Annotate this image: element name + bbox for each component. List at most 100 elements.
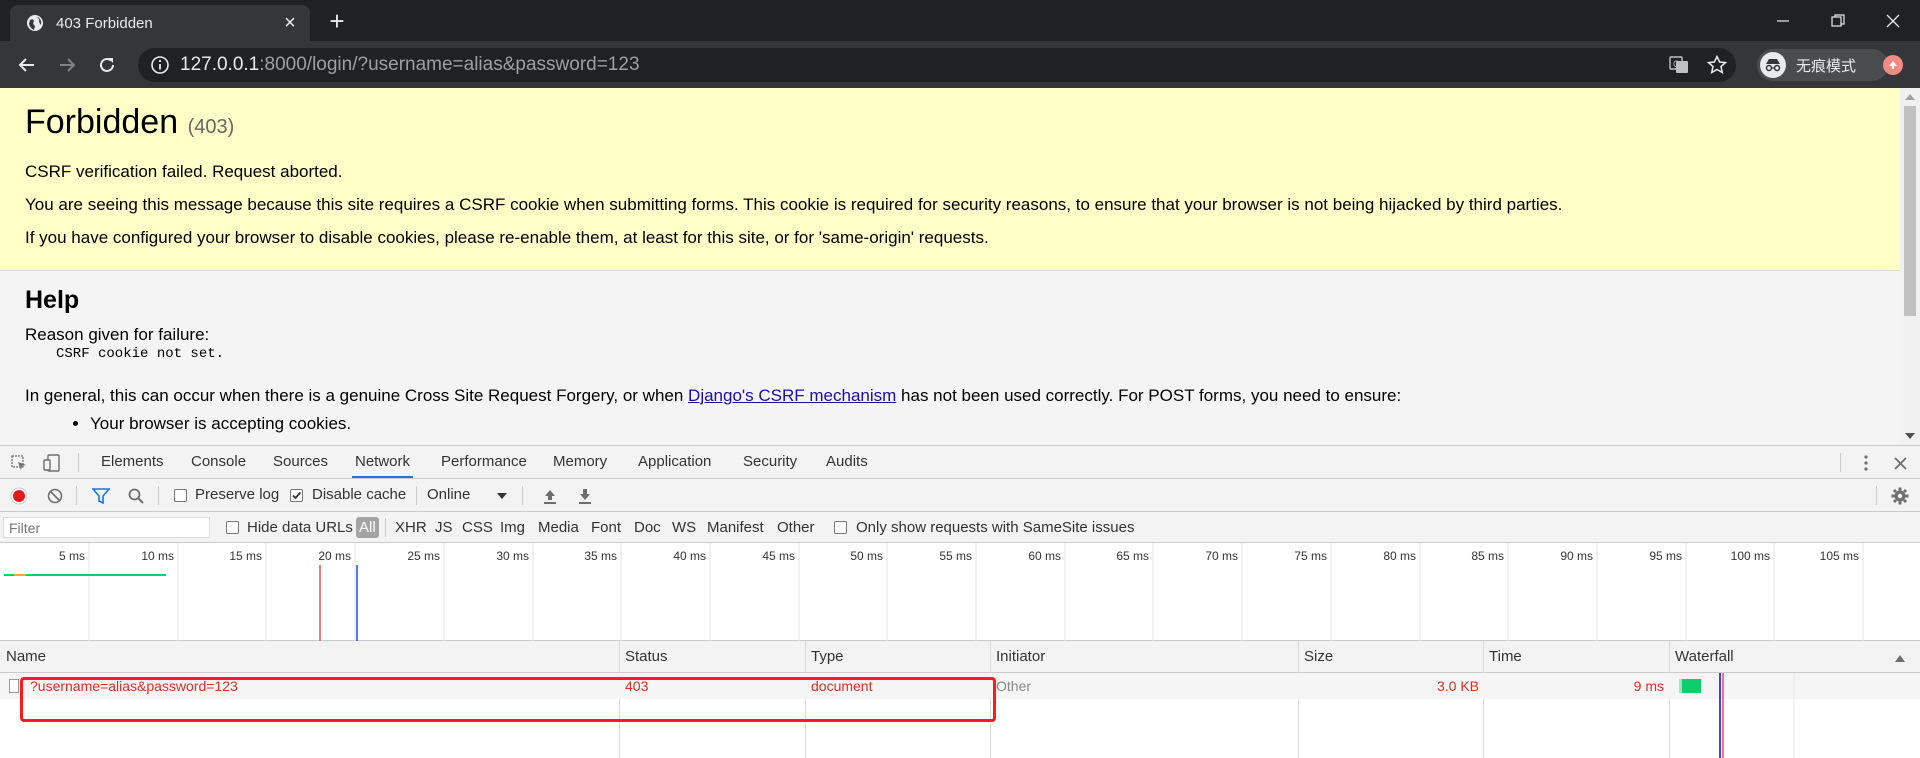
separator: [522, 486, 523, 505]
back-button[interactable]: [12, 50, 42, 80]
record-icon: [10, 487, 28, 505]
tab-memory[interactable]: Memory: [551, 446, 609, 478]
filter-media[interactable]: Media: [535, 517, 582, 538]
filter-doc[interactable]: Doc: [631, 517, 664, 538]
filter-font[interactable]: Font: [588, 517, 624, 538]
page-scrollbar[interactable]: [1900, 88, 1920, 445]
timeline-tick-label: 95 ms: [1649, 549, 1682, 563]
filter-all[interactable]: All: [356, 517, 379, 538]
filter-css[interactable]: CSS: [459, 517, 496, 538]
separator: [385, 518, 386, 537]
export-har-button[interactable]: [576, 487, 594, 505]
network-overview-timeline[interactable]: 5 ms 10 ms 15 ms 20 ms 25 ms 30 ms 35 ms 40 ms 4…: [0, 543, 1920, 641]
filter-other[interactable]: Other: [774, 517, 818, 538]
scroll-up-icon[interactable]: [1905, 94, 1915, 100]
close-devtools-button[interactable]: [1890, 453, 1910, 473]
samesite-checkbox[interactable]: [834, 521, 847, 534]
tab-security[interactable]: Security: [741, 446, 799, 478]
list-item: Your browser is accepting cookies.: [90, 413, 1875, 435]
hide-data-urls-label: Hide data URLs: [247, 519, 353, 536]
minimize-button[interactable]: [1755, 0, 1810, 41]
column-time[interactable]: Time: [1489, 641, 1522, 673]
forward-button[interactable]: [52, 50, 82, 80]
address-bar[interactable]: 127.0.0.1:8000/login/?username=alias&pas…: [138, 48, 1736, 82]
restore-icon: [1830, 13, 1845, 27]
column-status[interactable]: Status: [625, 641, 668, 673]
search-button[interactable]: [127, 487, 145, 505]
hide-data-urls-checkbox[interactable]: [226, 521, 239, 534]
close-window-button[interactable]: [1865, 0, 1920, 41]
close-tab-icon[interactable]: ×: [276, 12, 304, 35]
reload-button[interactable]: [92, 50, 122, 80]
device-toolbar-button[interactable]: [43, 453, 61, 473]
sort-up-icon[interactable]: [1894, 653, 1906, 663]
separator: [1876, 486, 1877, 505]
star-icon: [1707, 55, 1727, 74]
error-message: CSRF verification failed. Request aborte…: [25, 162, 343, 181]
filter-manifest[interactable]: Manifest: [704, 517, 767, 538]
record-button[interactable]: [10, 487, 28, 505]
new-tab-button[interactable]: +: [322, 6, 352, 36]
column-initiator[interactable]: Initiator: [996, 641, 1045, 673]
tab-console[interactable]: Console: [189, 446, 248, 478]
scroll-down-icon[interactable]: [1905, 433, 1915, 439]
timeline-tick-label: 5 ms: [59, 549, 85, 563]
url-path: :8000/login/?username=alias&password=123: [259, 54, 640, 75]
timeline-tick-label: 105 ms: [1820, 549, 1859, 563]
filter-input[interactable]: [3, 517, 210, 538]
column-name[interactable]: Name: [6, 641, 46, 673]
tab-application[interactable]: Application: [636, 446, 713, 478]
minimize-icon: [1776, 19, 1789, 22]
url-host: 127.0.0.1: [180, 54, 260, 75]
translate-button[interactable]: G: [1662, 48, 1696, 82]
funnel-icon: [92, 488, 110, 504]
general-text-after: has not been used correctly. For POST fo…: [896, 386, 1402, 405]
inspect-element-button[interactable]: [10, 454, 28, 472]
import-har-button[interactable]: [541, 487, 559, 505]
preserve-log-checkbox[interactable]: [174, 489, 187, 502]
device-icon: [43, 454, 60, 472]
bookmark-button[interactable]: [1700, 48, 1734, 82]
network-settings-button[interactable]: [1890, 486, 1910, 506]
search-icon: [128, 488, 144, 504]
incognito-profile-button[interactable]: 无痕模式: [1757, 49, 1888, 81]
info-icon[interactable]: [150, 55, 170, 75]
filter-xhr[interactable]: XHR: [392, 517, 430, 538]
tab-performance[interactable]: Performance: [439, 446, 529, 478]
checkmark-icon: [292, 491, 302, 500]
filter-img[interactable]: Img: [497, 517, 528, 538]
incognito-icon: [1760, 52, 1786, 78]
dropdown-arrow-icon[interactable]: [496, 491, 508, 501]
gear-icon: [1891, 487, 1909, 505]
samesite-label: Only show requests with SameSite issues: [856, 519, 1135, 536]
filter-ws[interactable]: WS: [669, 517, 699, 538]
devtools-menu-button[interactable]: [1857, 453, 1875, 473]
tab-sources[interactable]: Sources: [271, 446, 330, 478]
browser-tab[interactable]: 403 Forbidden ×: [10, 5, 310, 41]
timeline-tick-label: 75 ms: [1294, 549, 1327, 563]
column-size[interactable]: Size: [1304, 641, 1333, 673]
tab-audits[interactable]: Audits: [824, 446, 870, 478]
annotation-highlight: [20, 677, 996, 722]
throttling-select[interactable]: Online: [427, 479, 470, 511]
reload-icon: [100, 57, 114, 72]
column-type[interactable]: Type: [811, 641, 844, 673]
translate-icon: G: [1669, 56, 1688, 73]
globe-icon: [27, 15, 43, 31]
timeline-tick-label: 20 ms: [318, 549, 351, 563]
clear-button[interactable]: [46, 487, 64, 505]
tab-elements[interactable]: Elements: [99, 446, 166, 478]
django-csrf-link[interactable]: Django's CSRF mechanism: [688, 386, 896, 405]
tab-network[interactable]: Network: [352, 446, 414, 478]
timeline-tick-label: 85 ms: [1471, 549, 1504, 563]
restore-button[interactable]: [1810, 0, 1865, 41]
profile-label: 无痕模式: [1796, 57, 1857, 75]
error-summary: Forbidden (403) CSRF verification failed…: [0, 88, 1900, 271]
timeline-tick-label: 25 ms: [407, 549, 440, 563]
filter-js[interactable]: JS: [432, 517, 456, 538]
update-menu-button[interactable]: [1883, 55, 1903, 75]
filter-button[interactable]: [92, 487, 110, 505]
column-waterfall[interactable]: Waterfall: [1675, 641, 1734, 673]
disable-cache-checkbox[interactable]: [290, 489, 303, 502]
scrollbar-thumb[interactable]: [1904, 106, 1916, 316]
